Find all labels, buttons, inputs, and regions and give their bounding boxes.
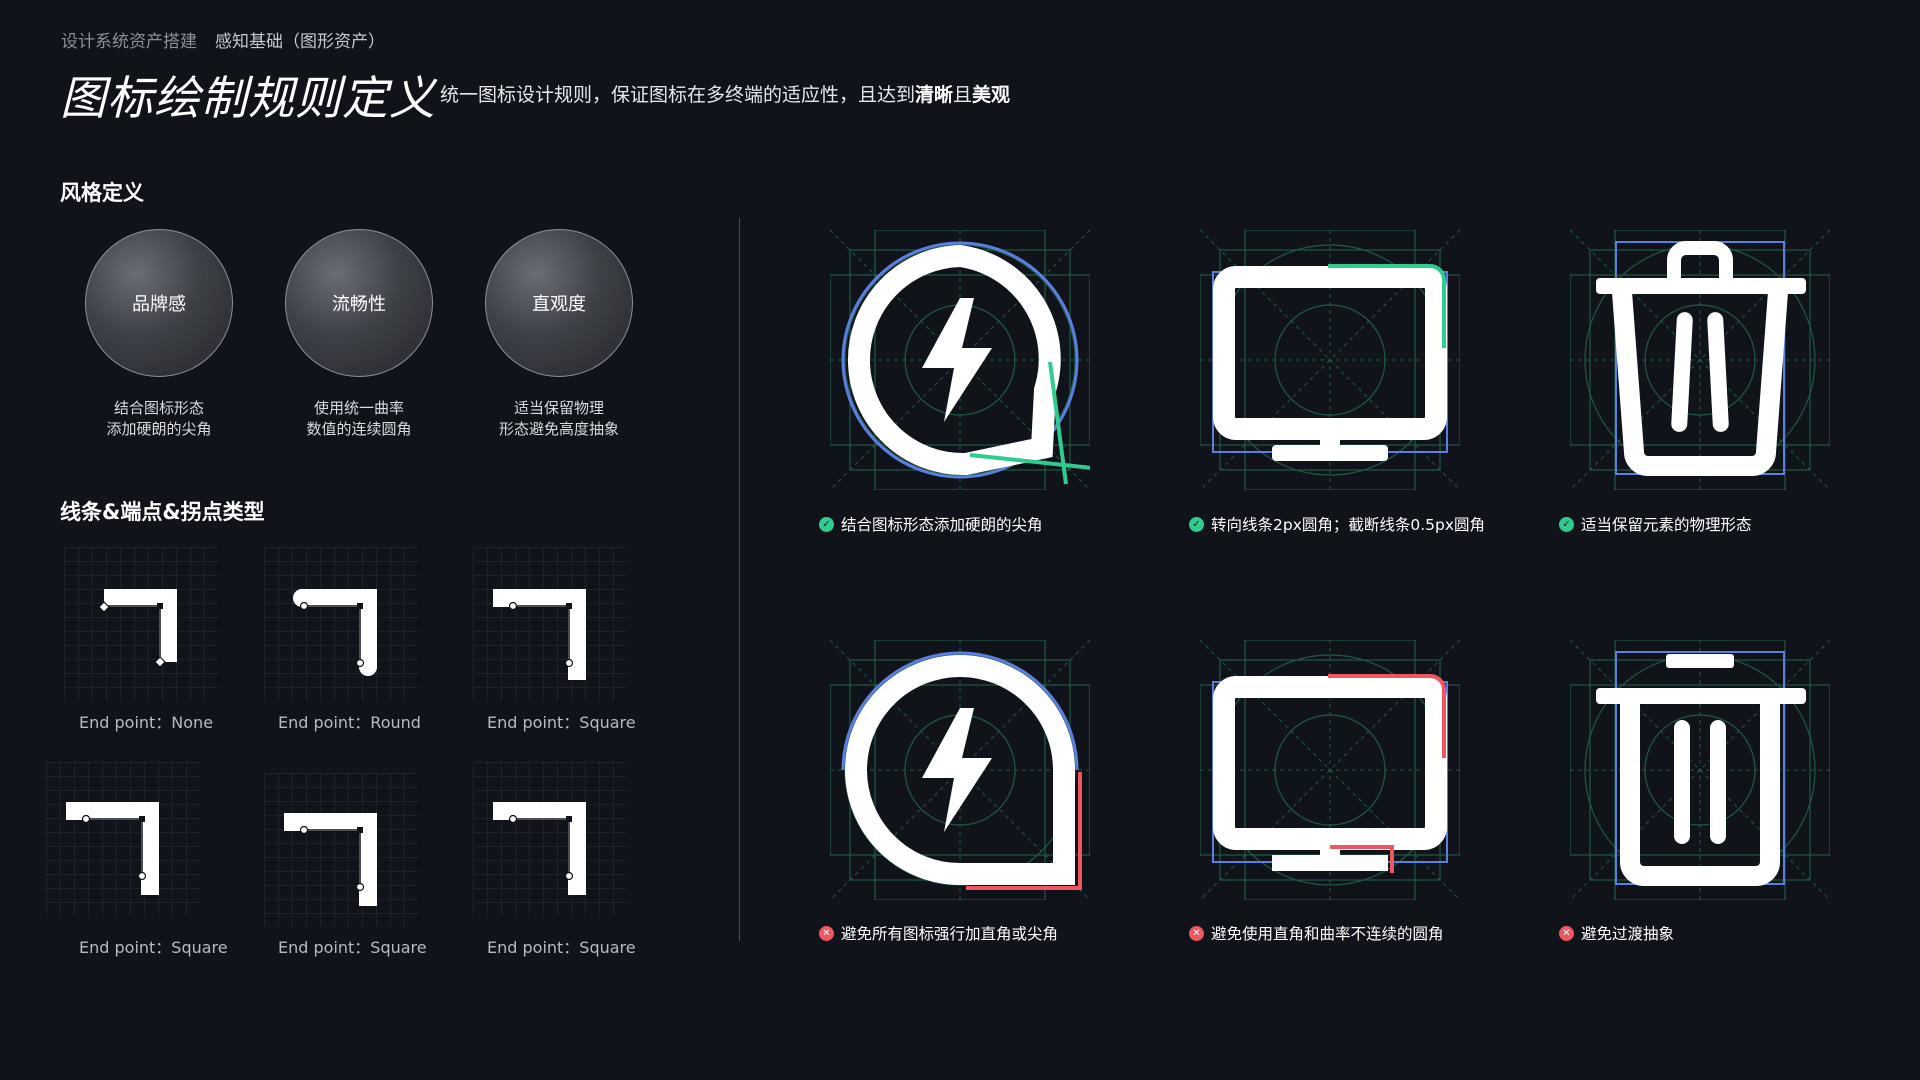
endcap-none-label: End point：None	[79, 713, 214, 732]
good-caption-1: ✓ 结合图标形态添加硬朗的尖角	[819, 513, 1043, 535]
breadcrumb-current: 感知基础（图形资产）	[215, 32, 385, 52]
trash-icon	[1570, 640, 1830, 900]
style-section-heading: 风格定义	[60, 181, 144, 205]
monitor-icon	[1200, 640, 1460, 900]
check-icon: ✓	[1189, 516, 1204, 532]
monitor-icon	[1200, 230, 1460, 490]
good-caption-2: ✓ 转向线条2px圆角；截断线条0.5px圆角	[1189, 513, 1485, 535]
stroke-section-heading: 线条&端点&拐点类型	[60, 500, 265, 524]
bad-caption-2: ✕ 避免使用直角和曲率不连续的圆角	[1189, 922, 1444, 944]
endcap-square-sample	[473, 547, 627, 701]
corner-square-sample-1	[46, 762, 200, 916]
trash-icon	[1570, 230, 1830, 490]
cross-icon: ✕	[819, 925, 834, 941]
corner-square-sample-2	[264, 773, 418, 927]
endcap-round-label: End point：Round	[278, 713, 421, 732]
check-icon: ✓	[1559, 516, 1574, 532]
corner-square-sample-3	[473, 762, 627, 916]
corner-square-label-2: End point：Square	[278, 938, 427, 957]
lightning-bubble-icon	[830, 230, 1090, 490]
bad-caption-3: ✕ 避免过渡抽象	[1559, 922, 1674, 944]
cross-icon: ✕	[1189, 925, 1204, 941]
style-desc-brand: 结合图标形态 添加硬朗的尖角	[106, 399, 212, 438]
endcap-square-label: End point：Square	[487, 713, 636, 732]
style-circle-brand: 品牌感	[85, 229, 233, 377]
check-icon: ✓	[819, 516, 834, 532]
page-title: 图标绘制规则定义	[60, 71, 436, 125]
endcap-none-sample	[64, 547, 218, 701]
lightning-bubble-icon	[830, 640, 1090, 900]
bad-caption-1: ✕ 避免所有图标强行加直角或尖角	[819, 922, 1058, 944]
breadcrumb: 设计系统资产搭建 感知基础（图形资产）	[61, 27, 385, 52]
endcap-round-sample	[264, 547, 418, 701]
style-circle-fluency: 流畅性	[285, 229, 433, 377]
good-caption-3: ✓ 适当保留元素的物理形态	[1559, 513, 1752, 535]
style-circle-intuitive: 直观度	[485, 229, 633, 377]
page-subtitle: 统一图标设计规则，保证图标在多终端的适应性，且达到清晰且美观	[440, 84, 1011, 106]
style-desc-fluency: 使用统一曲率 数值的连续圆角	[306, 399, 412, 438]
breadcrumb-parent[interactable]: 设计系统资产搭建	[61, 32, 197, 52]
corner-square-label-3: End point：Square	[487, 938, 636, 957]
cross-icon: ✕	[1559, 925, 1574, 941]
corner-square-label-1: End point：Square	[79, 938, 228, 957]
section-divider	[739, 218, 740, 941]
style-desc-intuitive: 适当保留物理 形态避免高度抽象	[498, 399, 619, 438]
